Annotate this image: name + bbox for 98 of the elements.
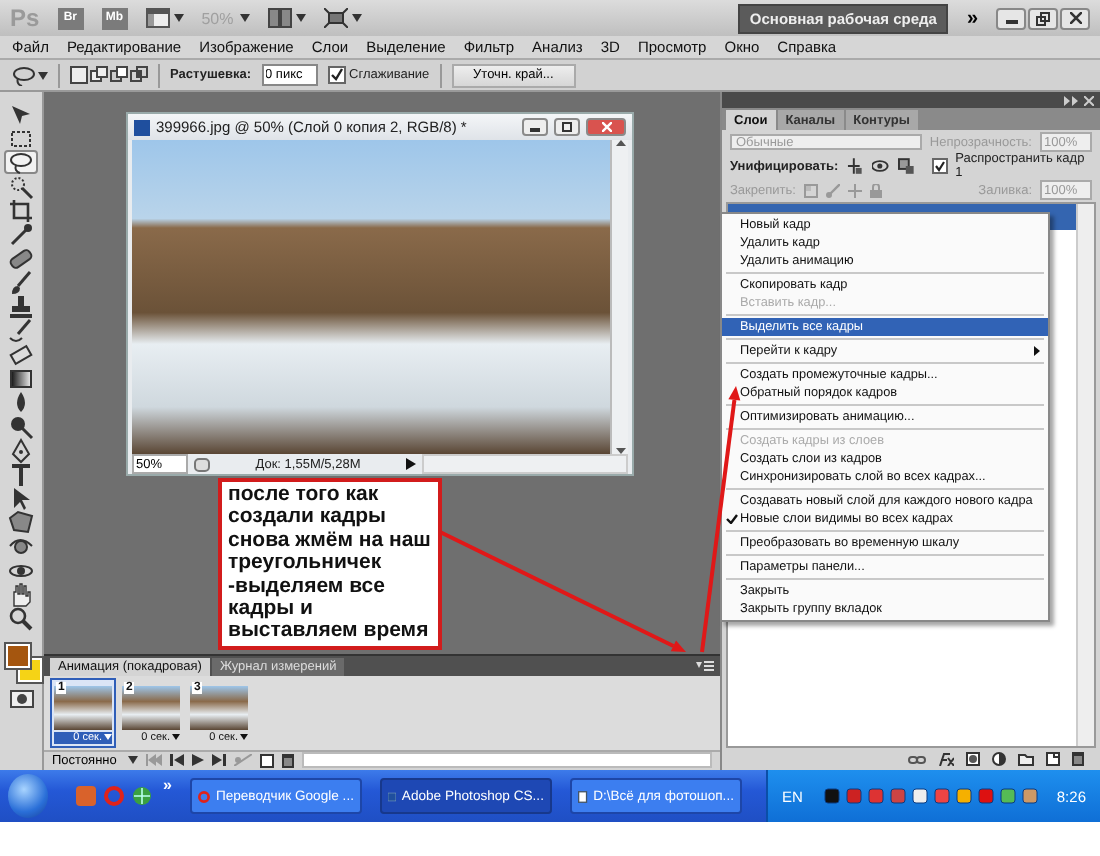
caret-icon[interactable] [295, 14, 306, 22]
new-frame-icon[interactable] [260, 753, 275, 768]
panel-menu-button[interactable] [694, 657, 716, 674]
screen-mode-icon[interactable] [323, 8, 348, 28]
subtract-selection-icon[interactable] [110, 66, 128, 84]
app-icon [387, 787, 396, 805]
mask-icon[interactable] [966, 752, 980, 766]
add-selection-icon[interactable] [90, 66, 108, 84]
eraser-tool-button[interactable] [4, 342, 38, 366]
antialias-checkbox[interactable] [327, 66, 346, 84]
close-icon [1069, 12, 1081, 24]
trash-icon[interactable] [1072, 752, 1084, 766]
history-tool-icon [8, 317, 34, 343]
move-tool-icon [8, 101, 34, 127]
unify-style-icon[interactable] [897, 158, 916, 174]
healing-tool-button[interactable] [4, 246, 38, 270]
pen-tool-icon [8, 437, 34, 463]
play-arrow-icon[interactable] [406, 458, 416, 470]
intersect-selection-icon[interactable] [130, 66, 148, 84]
globe-icon[interactable] [131, 786, 152, 806]
lasso-tool-icon [8, 149, 34, 175]
check-icon [933, 160, 946, 172]
vertical-scrollbar[interactable] [1076, 204, 1094, 746]
caret-icon[interactable] [104, 734, 112, 740]
trash-icon[interactable] [282, 753, 295, 768]
quick-select-tool-icon [8, 173, 34, 199]
healing-tool-icon [8, 245, 34, 271]
gradient-tool-icon [8, 365, 34, 391]
eyedropper-tool-icon [8, 221, 34, 247]
document-icon [134, 119, 150, 135]
stamp-tool-button[interactable] [4, 294, 38, 318]
document-icon [577, 787, 588, 805]
gradient-tool-button[interactable] [4, 366, 38, 390]
app-logo: Ps [10, 4, 40, 32]
folder-icon[interactable] [1018, 753, 1034, 765]
marquee-tool-icon [8, 125, 34, 151]
caret-icon[interactable] [128, 756, 139, 765]
start-button[interactable] [8, 774, 48, 818]
unify-visibility-icon[interactable] [872, 158, 890, 174]
frame-thumbnail [54, 685, 112, 729]
shape-tool-icon [8, 509, 34, 535]
caret-icon[interactable] [172, 734, 180, 740]
adjustment-icon[interactable] [992, 752, 1006, 766]
submenu-arrow-icon [1034, 346, 1040, 356]
check-icon [329, 68, 344, 82]
check-icon [726, 514, 738, 524]
vertical-scrollbar[interactable] [610, 140, 628, 454]
eraser-tool-icon [8, 341, 34, 367]
fx-icon[interactable] [938, 752, 954, 766]
crop-tool-button[interactable] [4, 198, 38, 222]
caret-icon[interactable] [38, 71, 48, 79]
restore-button[interactable] [1028, 7, 1058, 29]
frame-thumbnail [190, 685, 248, 729]
lasso-icon[interactable] [12, 65, 36, 85]
panel-menu-icon [696, 659, 714, 672]
overflow-button[interactable]: » [966, 7, 978, 29]
zoom-tool-button[interactable] [4, 606, 38, 630]
horizontal-scrollbar[interactable] [302, 752, 712, 769]
minimize-icon [530, 122, 540, 132]
ring-icon [197, 787, 210, 805]
rotate-3d-tool-button[interactable] [4, 534, 38, 558]
restore-button[interactable] [554, 118, 580, 136]
dodge-tool-icon [8, 413, 34, 439]
zoom-tool-icon [8, 605, 34, 631]
quick-mask-icon[interactable] [9, 690, 33, 708]
hand-tool-icon [8, 581, 34, 607]
new-layer-icon[interactable] [1046, 752, 1060, 766]
path-select-tool-icon [8, 485, 34, 511]
arrange-icon[interactable] [267, 8, 292, 28]
rotate-3d-tool-icon [8, 533, 34, 559]
next-frame-icon[interactable] [212, 754, 227, 767]
unify-position-icon[interactable] [846, 158, 864, 174]
annotation-note: после того как создали кадры снова жмём на наш треугольничек -выделяем все кадры и выставляем время [218, 478, 442, 650]
frame-thumbnail [122, 685, 180, 729]
status-icon[interactable] [194, 457, 210, 471]
caret-icon[interactable] [351, 14, 362, 22]
horizontal-scrollbar[interactable] [422, 454, 628, 474]
lasso-tool-button[interactable] [4, 150, 38, 174]
close-icon [601, 122, 611, 132]
link-icon[interactable] [908, 753, 926, 765]
shape-tool-button[interactable] [4, 510, 38, 534]
previous-frame-icon[interactable] [170, 754, 185, 767]
foreground-color-swatch[interactable] [5, 644, 29, 668]
overflow-button[interactable]: » [163, 776, 172, 794]
close-icon[interactable] [1084, 95, 1094, 105]
restore-icon [1036, 11, 1050, 25]
restore-icon [562, 122, 572, 132]
crop-tool-icon [8, 197, 34, 223]
caret-icon[interactable] [240, 734, 248, 740]
stamp-tool-icon [8, 293, 34, 319]
layout-icon[interactable] [145, 8, 170, 28]
close-button[interactable] [1060, 7, 1090, 29]
new-selection-icon[interactable] [70, 66, 88, 84]
caret-icon[interactable] [173, 14, 184, 22]
type-tool-icon [8, 461, 34, 487]
minimize-button[interactable] [522, 118, 548, 136]
brush-tool-icon [8, 269, 34, 295]
minimize-button[interactable] [996, 7, 1026, 29]
